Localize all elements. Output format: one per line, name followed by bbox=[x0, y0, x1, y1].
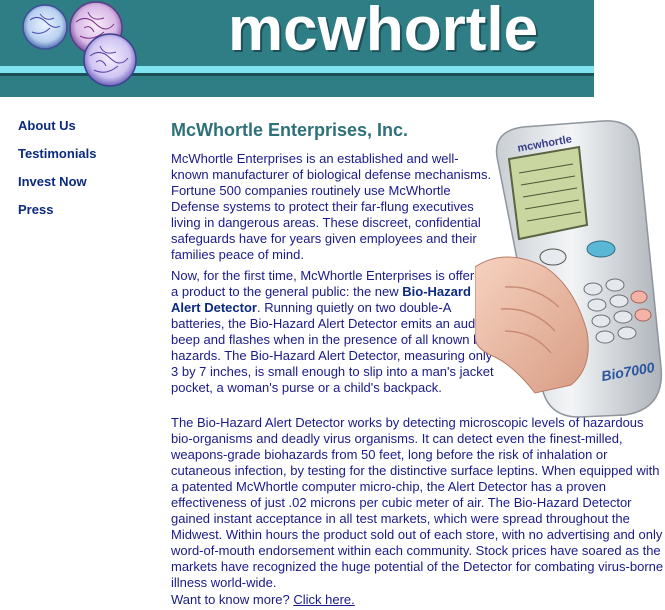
sidebar-nav: About Us Testimonials Invest Now Press bbox=[18, 117, 97, 229]
product-paragraph: Now, for the first time, McWhortle Enter… bbox=[171, 268, 496, 396]
more-info-prompt: Want to know more? bbox=[171, 592, 294, 607]
nav-link-press[interactable]: Press bbox=[18, 201, 97, 229]
site-brand-wordmark: mcwhortle bbox=[228, 0, 539, 64]
nav-link-about-us[interactable]: About Us bbox=[18, 117, 97, 145]
more-info-paragraph: Want to know more? Click here. bbox=[171, 592, 665, 608]
nav-link-testimonials[interactable]: Testimonials bbox=[18, 145, 97, 173]
header-banner: mcwhortle bbox=[0, 0, 594, 97]
click-here-link[interactable]: Click here. bbox=[293, 592, 354, 607]
handheld-detector-icon: mcwhortle Bio7000 bbox=[475, 120, 663, 418]
detection-paragraph: The Bio-Hazard Alert Detector works by d… bbox=[171, 415, 664, 590]
nav-link-invest-now[interactable]: Invest Now bbox=[18, 173, 97, 201]
microbe-cells-icon bbox=[22, 1, 137, 87]
intro-paragraph: McWhortle Enterprises is an established … bbox=[171, 151, 492, 262]
